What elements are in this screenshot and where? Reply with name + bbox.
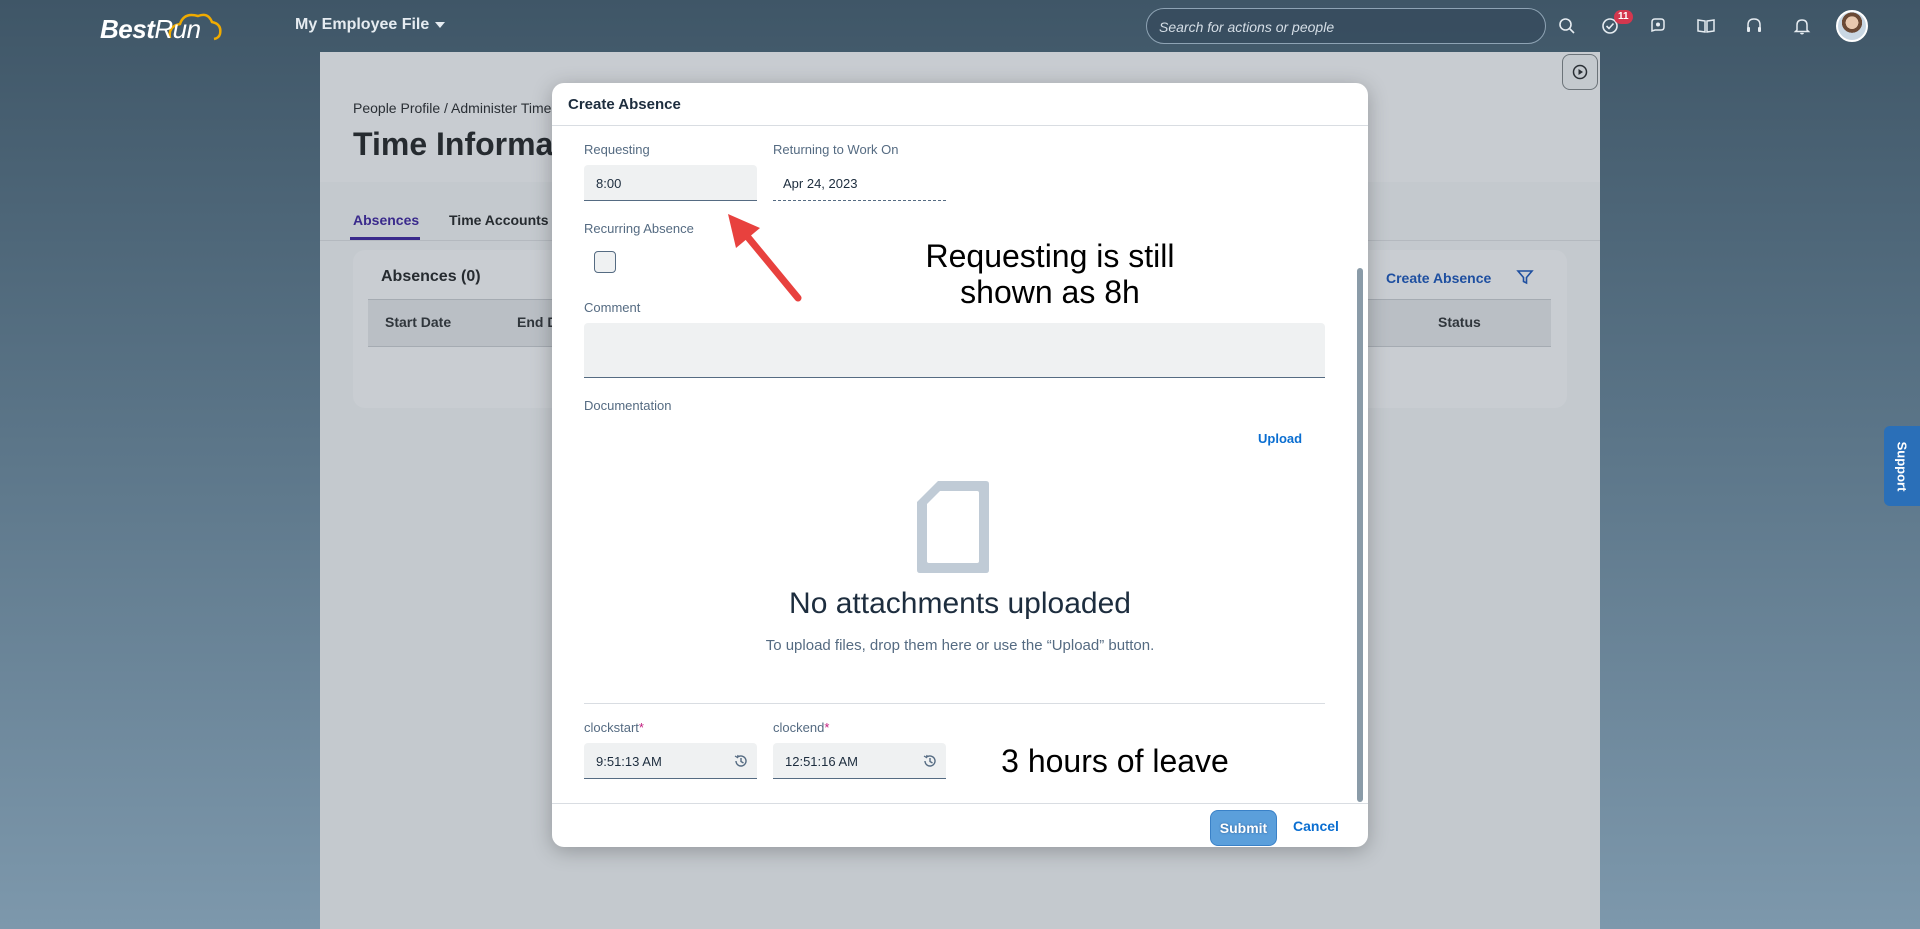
comment-label: Comment — [584, 300, 641, 315]
tab-absences[interactable]: Absences — [353, 212, 419, 228]
red-arrow-annotation — [728, 214, 802, 302]
required-marker: * — [824, 720, 830, 735]
dialog-scrollbar[interactable] — [1357, 268, 1363, 802]
dialog-title: Create Absence — [568, 96, 681, 113]
requesting-note-line1: Requesting is still — [925, 238, 1175, 274]
comment-textarea[interactable] — [584, 323, 1325, 378]
cancel-button[interactable]: Cancel — [1293, 818, 1339, 834]
user-avatar[interactable] — [1836, 10, 1868, 42]
caret-down-icon — [435, 22, 446, 28]
document-icon — [917, 481, 989, 573]
support-tab[interactable]: Support — [1884, 426, 1920, 506]
app-title: My Employee File — [295, 16, 430, 33]
documentation-label: Documentation — [584, 398, 672, 413]
required-marker: * — [638, 720, 644, 735]
app-title-menu[interactable]: My Employee File — [295, 16, 446, 34]
play-tour-button[interactable] — [1562, 54, 1598, 90]
support-label: Support — [1894, 441, 1910, 491]
clockend-value: 12:51:16 AM — [785, 754, 858, 769]
headset-help-icon[interactable] — [1742, 14, 1766, 38]
requesting-label: Requesting — [584, 142, 650, 157]
bell-notification-icon[interactable] — [1790, 14, 1814, 38]
breadcrumb[interactable]: People Profile / Administer Time — [353, 100, 551, 116]
clockstart-label-text: clockstart — [584, 720, 639, 735]
create-absence-dialog: Create Absence Requesting 8:00 Returning… — [552, 83, 1368, 847]
returning-to-work-value: Apr 24, 2023 — [773, 165, 946, 201]
tab-time-accounts[interactable]: Time Accounts — [449, 212, 549, 228]
no-attachments-description: To upload files, drop them here or use t… — [765, 637, 1155, 654]
filter-icon[interactable] — [1516, 268, 1534, 291]
notification-count-badge: 11 — [1614, 10, 1633, 24]
clockend-input[interactable]: 12:51:16 AM — [773, 743, 946, 779]
requesting-note-line2: shown as 8h — [960, 274, 1140, 310]
column-status: Status — [1438, 314, 1481, 330]
clockstart-label: clockstart* — [584, 720, 644, 735]
assistant-icon[interactable] — [1646, 14, 1670, 38]
logo-text-run: Run — [154, 14, 201, 44]
play-icon — [1572, 64, 1588, 80]
recurring-absence-label: Recurring Absence — [584, 221, 694, 236]
requesting-field[interactable]: 8:00 — [584, 165, 757, 201]
bestrun-logo[interactable]: BestRun — [100, 14, 201, 45]
recurring-absence-checkbox[interactable] — [594, 251, 616, 273]
absences-title: Absences (0) — [381, 268, 481, 285]
learning-book-icon[interactable] — [1694, 14, 1718, 38]
column-start-date: Start Date — [385, 314, 452, 330]
section-separator — [584, 703, 1325, 704]
clockstart-value: 9:51:13 AM — [596, 754, 662, 769]
returning-to-work-label: Returning to Work On — [773, 142, 899, 157]
shell-bar: BestRun My Employee File Search for acti… — [0, 0, 1920, 52]
upload-button[interactable]: Upload — [1258, 431, 1302, 446]
no-attachments-title: No attachments uploaded — [789, 587, 1131, 620]
search-icon[interactable] — [1555, 14, 1579, 38]
logo-text-best: Best — [100, 14, 155, 44]
clockend-label: clockend* — [773, 720, 829, 735]
dialog-header: Create Absence — [552, 83, 1368, 126]
requesting-note-annotation: Requesting is still shown as 8h — [900, 238, 1200, 310]
page-title: Time Informa — [353, 126, 554, 162]
hours-of-leave-annotation: 3 hours of leave — [1001, 743, 1229, 779]
search-input[interactable]: Search for actions or people — [1146, 8, 1546, 44]
submit-button[interactable]: Submit — [1210, 810, 1277, 846]
time-history-icon[interactable] — [922, 753, 938, 769]
clockstart-input[interactable]: 9:51:13 AM — [584, 743, 757, 779]
time-history-icon[interactable] — [733, 753, 749, 769]
clockend-label-text: clockend — [773, 720, 825, 735]
create-absence-link[interactable]: Create Absence — [1386, 270, 1491, 286]
